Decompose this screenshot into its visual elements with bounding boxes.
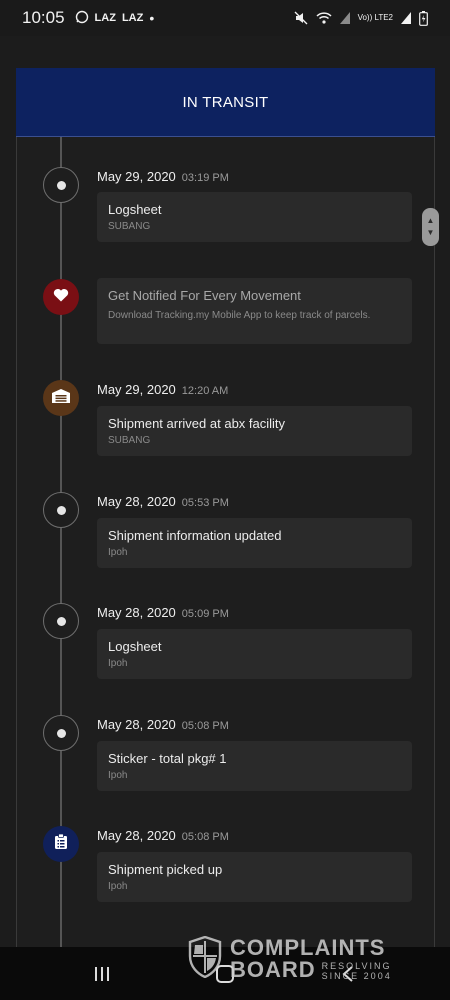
promo-title: Get Notified For Every Movement xyxy=(108,288,301,303)
whatsapp-icon xyxy=(75,10,89,27)
garage-icon xyxy=(52,388,70,408)
dot-icon xyxy=(56,505,66,515)
event-date: May 28, 2020 05:53 PM xyxy=(97,494,229,509)
page-title: IN TRANSIT xyxy=(182,93,269,111)
signal-icon xyxy=(401,12,411,24)
mute-icon xyxy=(294,11,308,25)
event-time-text: 05:08 PM xyxy=(181,831,229,843)
event-time-text: 03:19 PM xyxy=(181,172,229,184)
event-date: May 29, 2020 03:19 PM xyxy=(97,169,229,184)
event-date-text: May 28, 2020 xyxy=(97,828,176,843)
dot-icon xyxy=(56,728,66,738)
signal-icon xyxy=(339,12,350,24)
event-date-text: May 28, 2020 xyxy=(97,605,176,620)
chevron-down-icon: ▼ xyxy=(426,228,435,237)
event-time-text: 05:08 PM xyxy=(181,720,229,732)
event-date-text: May 29, 2020 xyxy=(97,382,176,397)
event-date-text: May 29, 2020 xyxy=(97,169,176,184)
timeline-node xyxy=(43,826,79,862)
clipboard-icon xyxy=(55,833,67,854)
event-date: May 28, 2020 05:08 PM xyxy=(97,717,229,732)
wifi-icon xyxy=(316,11,332,25)
promo-subtitle: Download Tracking.my Mobile App to keep … xyxy=(108,310,371,321)
event-date: May 28, 2020 05:09 PM xyxy=(97,605,229,620)
dot-icon xyxy=(56,616,66,626)
event-title: Logsheet xyxy=(108,202,162,217)
shield-logo-icon xyxy=(188,935,222,983)
recent-apps-icon xyxy=(94,966,109,981)
status-header: IN TRANSIT xyxy=(16,68,435,137)
watermark-line2: BOARD xyxy=(230,957,316,982)
status-time: 10:05 xyxy=(22,8,65,27)
app-promo-card[interactable]: Get Notified For Every Movement Download… xyxy=(97,278,412,344)
event-time-text: 05:09 PM xyxy=(181,608,229,620)
event-card[interactable]: Shipment picked up Ipoh xyxy=(97,852,412,902)
event-title: Sticker - total pkg# 1 xyxy=(108,751,227,766)
event-card[interactable]: Sticker - total pkg# 1 Ipoh xyxy=(97,741,412,791)
event-date: May 28, 2020 05:08 PM xyxy=(97,828,229,843)
event-location: Ipoh xyxy=(108,547,128,558)
event-location: Ipoh xyxy=(108,658,128,669)
timeline-node xyxy=(43,279,79,315)
watermark-line1: COMPLAINTS xyxy=(230,935,386,960)
event-date-text: May 28, 2020 xyxy=(97,494,176,509)
timeline-node xyxy=(43,380,79,416)
network-label: Vo)) LTE2 xyxy=(357,13,393,22)
status-bar: 10:05 LAZ LAZ • Vo)) LTE2 xyxy=(0,0,450,36)
event-card[interactable]: Logsheet Ipoh xyxy=(97,629,412,679)
event-title: Shipment arrived at abx facility xyxy=(108,416,286,431)
event-location: Ipoh xyxy=(108,881,128,892)
event-card[interactable]: Logsheet SUBANG xyxy=(97,192,412,242)
recent-apps-button[interactable] xyxy=(82,959,122,989)
complaints-board-watermark: COMPLAINTS BOARD RESOLVING SINCE 2004 xyxy=(188,934,408,984)
event-time-text: 05:53 PM xyxy=(181,497,229,509)
dot-icon xyxy=(56,180,66,190)
event-card[interactable]: Shipment information updated Ipoh xyxy=(97,518,412,568)
lazada-notification-icon: LAZ xyxy=(94,12,116,24)
event-location: SUBANG xyxy=(108,221,151,232)
more-notifications-dot-icon: • xyxy=(149,10,155,26)
event-title: Logsheet xyxy=(108,639,162,654)
event-card[interactable]: Shipment arrived at abx facility SUBANG xyxy=(97,406,412,456)
watermark-line3: RESOLVING SINCE 2004 xyxy=(321,961,392,981)
timeline-node xyxy=(43,492,79,528)
event-title: Shipment information updated xyxy=(108,528,282,543)
timeline-node xyxy=(43,603,79,639)
event-time-text: 12:20 AM xyxy=(181,385,229,397)
event-date-text: May 28, 2020 xyxy=(97,717,176,732)
timeline-node xyxy=(43,167,79,203)
timeline-node xyxy=(43,715,79,751)
event-date: May 29, 2020 12:20 AM xyxy=(97,382,228,397)
lazada-notification-icon: LAZ xyxy=(121,12,144,24)
event-title: Shipment picked up xyxy=(108,862,223,877)
event-location: SUBANG xyxy=(108,435,151,446)
chevron-up-icon: ▲ xyxy=(426,216,435,225)
heart-icon xyxy=(53,288,69,307)
battery-charging-icon xyxy=(419,10,428,26)
scroll-handle[interactable]: ▲ ▼ xyxy=(422,208,439,246)
event-location: Ipoh xyxy=(108,770,128,781)
